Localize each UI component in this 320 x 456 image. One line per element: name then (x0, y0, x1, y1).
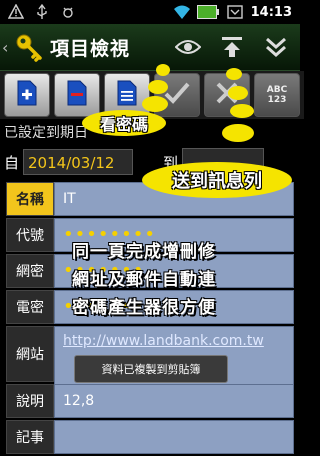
warning-icon (7, 3, 25, 20)
see-password-text: 看密碼 (99, 115, 148, 134)
callout-dot (230, 104, 254, 118)
field-label: 電密 (6, 290, 54, 324)
field-notes-row: 說明 12,8 (6, 384, 294, 418)
callout-dot (222, 124, 254, 142)
notification-icon (226, 4, 243, 20)
field-label: 代號 (6, 218, 54, 252)
promo-text: 同一頁完成增刪修 網址及郵件自動連 密碼產生器很方便 (72, 238, 292, 322)
abc-123-button[interactable]: ABC 123 (254, 73, 300, 117)
field-label: 名稱 (6, 182, 54, 216)
field-label: 網站 (6, 326, 54, 382)
send-to-messages-text: 送到訊息列 (172, 171, 262, 192)
field-label: 說明 (6, 384, 54, 418)
usb-icon (34, 3, 50, 20)
num-label: 123 (267, 95, 287, 105)
field-label: 記事 (6, 420, 54, 454)
field-value[interactable] (54, 420, 294, 454)
abc-123-icon: ABC 123 (267, 85, 287, 105)
callout-dot (226, 68, 242, 80)
chevron-down-icon[interactable] (262, 33, 290, 61)
toast-message: 資料已複製到剪貼簿 (74, 355, 228, 383)
status-bar: 14:13 (0, 0, 300, 24)
key-icon (14, 32, 44, 62)
add-button[interactable] (4, 73, 50, 117)
title-bar: ‹ 項目檢視 (0, 24, 300, 71)
delete-icon (66, 80, 88, 110)
wifi-icon (173, 4, 190, 20)
callout-dot (228, 86, 248, 100)
website-link[interactable]: http://www.landbank.com.tw (63, 333, 264, 349)
send-to-messages-bubble: 送到訊息列 (142, 162, 292, 198)
field-value[interactable]: 12,8 (54, 384, 294, 418)
delete-button[interactable] (54, 73, 100, 117)
add-icon (16, 80, 38, 110)
field-memo-row: 記事 (6, 420, 294, 454)
promo-line: 密碼產生器很方便 (72, 298, 216, 318)
back-chevron-icon[interactable]: ‹ (2, 38, 12, 57)
from-label: 自 (4, 153, 20, 172)
clock: 14:13 (250, 4, 292, 20)
send-up-icon[interactable] (218, 33, 246, 61)
eye-icon[interactable] (174, 33, 202, 61)
battery-icon (196, 4, 219, 20)
from-date-field[interactable]: 2014/03/12 (23, 149, 134, 175)
field-label: 網密 (6, 254, 54, 288)
callout-dot (142, 96, 168, 112)
usb-debug-icon (60, 4, 76, 20)
promo-line: 同一頁完成增刪修 (72, 242, 216, 262)
abc-label: ABC (266, 85, 288, 95)
page-title: 項目檢視 (50, 37, 131, 60)
callout-dot (148, 80, 168, 94)
promo-line: 網址及郵件自動連 (72, 270, 216, 290)
callout-dot (156, 64, 170, 76)
see-password-bubble: 看密碼 (82, 110, 166, 136)
document-icon (116, 80, 138, 110)
